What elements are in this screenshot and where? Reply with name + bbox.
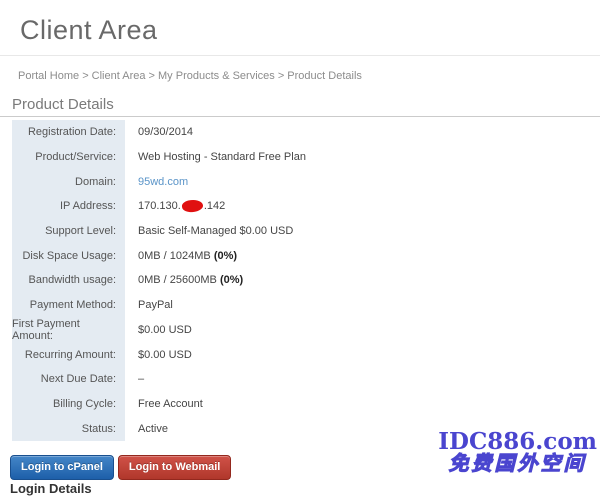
product-details-table: Registration Date:09/30/2014Product/Serv… xyxy=(12,120,588,441)
row-value: Web Hosting - Standard Free Plan xyxy=(125,151,306,163)
product-details-heading: Product Details xyxy=(12,96,114,113)
row-label: Disk Space Usage: xyxy=(12,243,125,268)
table-row: Bandwidth usage:0MB / 25600MB (0%) xyxy=(12,268,588,293)
domain-link[interactable]: 95wd.com xyxy=(138,176,188,188)
row-value: 95wd.com xyxy=(125,176,188,188)
row-label: Status: xyxy=(12,416,125,441)
table-row: Payment Method:PayPal xyxy=(12,293,588,318)
header-divider xyxy=(0,55,600,56)
row-label: Billing Cycle: xyxy=(12,392,125,417)
row-value: 0MB / 25600MB (0%) xyxy=(125,274,243,286)
table-row: Product/Service:Web Hosting - Standard F… xyxy=(12,145,588,170)
row-label: Domain: xyxy=(12,169,125,194)
row-label: Next Due Date: xyxy=(12,367,125,392)
row-value: 170.130. .142 xyxy=(125,200,225,212)
table-row: Registration Date:09/30/2014 xyxy=(12,120,588,145)
table-row: Status:Active xyxy=(12,416,588,441)
table-row: Support Level:Basic Self-Managed $0.00 U… xyxy=(12,219,588,244)
action-button-bar: Login to cPanel Login to Webmail xyxy=(10,455,231,480)
ip-prefix: 170.130. xyxy=(138,200,181,212)
row-label: Support Level: xyxy=(12,219,125,244)
row-value: $0.00 USD xyxy=(125,349,192,361)
row-label: Registration Date: xyxy=(12,120,125,145)
row-value: – xyxy=(125,373,144,385)
row-value: Active xyxy=(125,423,168,435)
login-cpanel-button[interactable]: Login to cPanel xyxy=(10,455,114,480)
table-row: IP Address: 170.130. .142 xyxy=(12,194,588,219)
row-label: Payment Method: xyxy=(12,293,125,318)
usage-percent: (0%) xyxy=(214,250,237,262)
row-value: 0MB / 1024MB (0%) xyxy=(125,250,237,262)
usage-text: 0MB / 25600MB xyxy=(138,274,217,286)
table-row: Domain: 95wd.com xyxy=(12,169,588,194)
client-area-page: Client Area Portal Home > Client Area > … xyxy=(0,0,600,498)
table-row: Disk Space Usage:0MB / 1024MB (0%) xyxy=(12,243,588,268)
watermark-chinese-text: 免费国外空间 xyxy=(438,454,597,475)
table-row: Next Due Date:– xyxy=(12,367,588,392)
table-row: Billing Cycle:Free Account xyxy=(12,392,588,417)
row-value: Basic Self-Managed $0.00 USD xyxy=(125,225,293,237)
row-value: $0.00 USD xyxy=(125,324,192,336)
login-details-heading: Login Details xyxy=(10,481,92,496)
usage-percent: (0%) xyxy=(220,274,243,286)
usage-text: 0MB / 1024MB xyxy=(138,250,211,262)
redaction-scribble xyxy=(181,199,203,213)
ip-suffix: .142 xyxy=(204,200,225,212)
row-label: Bandwidth usage: xyxy=(12,268,125,293)
row-value: 09/30/2014 xyxy=(125,126,193,138)
table-row: First Payment Amount:$0.00 USD xyxy=(12,318,588,343)
table-row: Recurring Amount:$0.00 USD xyxy=(12,342,588,367)
page-title: Client Area xyxy=(20,15,158,46)
row-value: Free Account xyxy=(125,398,203,410)
breadcrumb[interactable]: Portal Home > Client Area > My Products … xyxy=(18,70,362,82)
section-divider xyxy=(0,116,600,117)
login-webmail-button[interactable]: Login to Webmail xyxy=(118,455,231,480)
row-label: IP Address: xyxy=(12,194,125,219)
row-label: Product/Service: xyxy=(12,145,125,170)
row-value: PayPal xyxy=(125,299,173,311)
row-label: Recurring Amount: xyxy=(12,342,125,367)
row-label: First Payment Amount: xyxy=(12,318,125,343)
